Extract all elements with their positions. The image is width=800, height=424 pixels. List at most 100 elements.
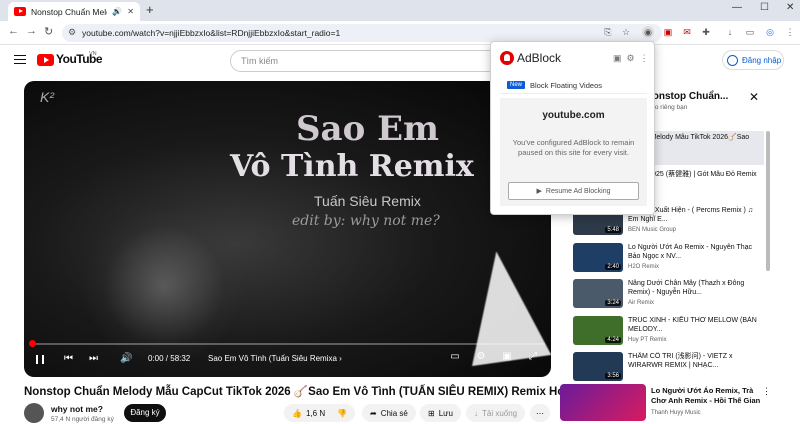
playlist-item[interactable]: 3:24 Nâng Dưới Chân Mây (Thazh x Đông Rem… <box>571 277 764 311</box>
playlist-thumbnail[interactable]: 3:56 <box>573 352 623 381</box>
playlist-thumbnail[interactable]: 3:24 <box>573 279 623 308</box>
download-icon[interactable]: ↓ <box>724 26 736 38</box>
miniplayer-icon[interactable]: ▣ <box>500 351 514 363</box>
video-watermark-logo: K² <box>40 89 54 105</box>
download-label: Tải xuống <box>482 408 518 418</box>
subscriber-count: 57,4 N người đăng ký <box>51 416 114 423</box>
forward-icon[interactable]: → <box>26 25 37 37</box>
playlist-item[interactable]: 3:56 THÂM CỐ TRI (浅影问) - VIETZ x WIRARWR … <box>571 350 764 384</box>
region-code: VN <box>89 51 97 57</box>
adblock-feature-banner[interactable]: New Block Floating Videos <box>500 79 647 94</box>
playlist-thumbnail[interactable]: 4:24 <box>573 315 623 345</box>
tab-active[interactable]: Nonstop Chuẩn Melody Mẫ 🔊 ✕ <box>8 2 140 21</box>
playlist-item-title[interactable]: THÂM CỐ TRI (浅影问) - VIETZ x WIRARWR REMI… <box>628 352 760 370</box>
adblock-message: You've configured AdBlock to remain paus… <box>512 138 635 157</box>
maximize-button[interactable]: ☐ <box>760 2 769 13</box>
volume-icon[interactable]: 🔊 <box>120 353 132 364</box>
bookmark-star-icon[interactable]: ☆ <box>620 26 632 38</box>
video-player[interactable]: K² Sao Em Vô Tình Remix Tuấn Siêu Remix … <box>24 81 551 377</box>
recommended-thumbnail[interactable] <box>560 384 646 421</box>
browser-menu-icon[interactable]: ⋮ <box>784 26 796 38</box>
previous-icon[interactable]: ⏮ <box>64 353 73 364</box>
recommended-video[interactable]: Lo Người Ướt Áo Remix, Trà Chơ Anh Remix… <box>560 384 770 424</box>
adblock-status-panel: youtube.com You've configured AdBlock to… <box>500 98 647 206</box>
new-badge: New <box>507 81 526 89</box>
close-playlist-icon[interactable]: ✕ <box>749 90 759 104</box>
recommended-more-icon[interactable]: ⋮ <box>762 386 771 397</box>
download-button[interactable]: ↓ Tải xuống <box>466 404 526 422</box>
progress-bar[interactable] <box>30 343 545 345</box>
playlist-item-channel: Huy PT Remix <box>628 336 667 343</box>
dislike-icon[interactable]: 👎 <box>337 409 347 418</box>
close-window-button[interactable]: ✕ <box>786 2 794 13</box>
subtitles-icon[interactable]: ▭ <box>448 351 462 363</box>
reload-icon[interactable]: ↻ <box>44 25 53 38</box>
play-icon: ▶ <box>536 188 542 195</box>
playlist-item-channel: Air Remix <box>628 300 655 306</box>
profile-icon[interactable]: ◎ <box>764 26 776 38</box>
more-actions-button[interactable]: ⋯ <box>530 404 550 422</box>
playlist-item-title[interactable]: Nâng Dưới Chân Mây (Thazh x Đông Remix) … <box>628 279 760 297</box>
video-overlay-edit: edit by: why not me? <box>292 213 440 229</box>
subscribe-button[interactable]: Đăng ký <box>124 404 166 422</box>
video-overlay-title-2: Vô Tình Remix <box>230 149 474 184</box>
playlist-item-title[interactable]: Lo Người Ướt Áo Remix - Nguyễn Thạc Bảo … <box>628 243 760 261</box>
playlist-item-title[interactable]: TRÚC XINH - KIỀU THƠ MELLOW (BẢN MELODY.… <box>628 316 760 334</box>
settings-icon[interactable]: ⚙ <box>474 351 488 363</box>
playlist-item-channel: H2O Remix <box>628 263 660 270</box>
save-button[interactable]: ⊞ Lưu <box>420 404 461 422</box>
adblock-extension-icon[interactable]: ◉ <box>642 26 654 38</box>
share-icon: ➦ <box>370 408 377 418</box>
share-label: Chia sẻ <box>380 408 408 418</box>
playlist-item[interactable]: 4:24 TRÚC XINH - KIỀU THƠ MELLOW (BẢN MEL… <box>571 314 764 348</box>
time-display: 0:00 / 58:32 <box>148 354 191 363</box>
audio-icon[interactable]: 🔊 <box>112 7 122 16</box>
signin-label: Đăng nhập <box>742 55 782 65</box>
youtube-logo-icon[interactable] <box>37 54 54 66</box>
adblock-site: youtube.com <box>542 110 605 121</box>
playlist-thumbnail[interactable]: 2:40 <box>573 242 623 272</box>
adblock-pause-icon[interactable]: ▣ <box>613 53 627 63</box>
channel-avatar[interactable] <box>24 403 44 423</box>
fullscreen-icon[interactable]: ⤢ <box>526 351 540 363</box>
chapter-title[interactable]: Sao Em Vô Tình (Tuấn Siêu Remixa › <box>208 354 342 363</box>
tab-close-icon[interactable]: ✕ <box>127 7 134 16</box>
video-figure-glow <box>84 211 244 361</box>
save-label: Lưu <box>438 408 453 418</box>
extension-red-icon[interactable]: ▣ <box>662 26 674 38</box>
like-button[interactable]: 👍 1,6 N 👎 <box>284 404 356 422</box>
minimize-button[interactable]: — <box>732 2 742 13</box>
new-tab-button[interactable]: + <box>146 3 154 17</box>
adblock-name: AdBlock <box>517 51 562 65</box>
next-icon[interactable]: ⏭ <box>89 353 98 364</box>
share-button[interactable]: ➦ Chia sẻ <box>362 404 416 422</box>
adblock-menu-icon[interactable]: ⋮ <box>640 53 654 63</box>
back-icon[interactable]: ← <box>8 25 19 37</box>
search-input[interactable]: Tìm kiếm <box>230 50 500 72</box>
adblock-settings-icon[interactable]: ⚙ <box>627 53 640 63</box>
playlist-item[interactable]: 2:40 Lo Người Ướt Áo Remix - Nguyễn Thạc … <box>571 241 764 275</box>
account-icon <box>727 54 738 66</box>
progress-scrubber[interactable] <box>29 340 36 347</box>
duration-badge: 3:24 <box>605 300 621 306</box>
pause-button[interactable] <box>36 355 44 364</box>
extension-mail-icon[interactable]: ✉ <box>681 26 693 38</box>
video-title: Nonstop Chuẩn Melody Mẫu CapCut TikTok 2… <box>24 386 564 398</box>
site-info-icon[interactable]: ⚙ <box>68 27 76 38</box>
tab-search-icon[interactable]: ▭ <box>744 26 756 38</box>
resume-ad-blocking-button[interactable]: ▶ Resume Ad Blocking <box>508 182 639 200</box>
url-text[interactable]: youtube.com/watch?v=njjiEbbzxIo&list=RDn… <box>82 28 340 38</box>
menu-icon[interactable] <box>14 55 26 64</box>
address-bar[interactable]: ⚙ youtube.com/watch?v=njjiEbbzxIo&list=R… <box>62 24 662 42</box>
channel-name[interactable]: why not me? <box>51 404 103 414</box>
tab-title: Nonstop Chuẩn Melody Mẫ <box>31 6 107 17</box>
recommended-channel[interactable]: Thanh Huyy Music <box>651 410 701 416</box>
tab-strip: Nonstop Chuẩn Melody Mẫ 🔊 ✕ + — ☐ ✕ <box>0 0 800 21</box>
install-app-icon[interactable]: ⎘ <box>602 26 614 38</box>
recommended-title[interactable]: Lo Người Ướt Áo Remix, Trà Chơ Anh Remix… <box>651 386 766 406</box>
extensions-puzzle-icon[interactable]: ✚ <box>700 26 712 38</box>
video-overlay-artist: Tuấn Siêu Remix <box>314 193 421 209</box>
signin-button[interactable]: Đăng nhập <box>722 50 784 70</box>
save-icon: ⊞ <box>428 408 435 418</box>
playlist-scrollbar[interactable] <box>766 131 770 366</box>
